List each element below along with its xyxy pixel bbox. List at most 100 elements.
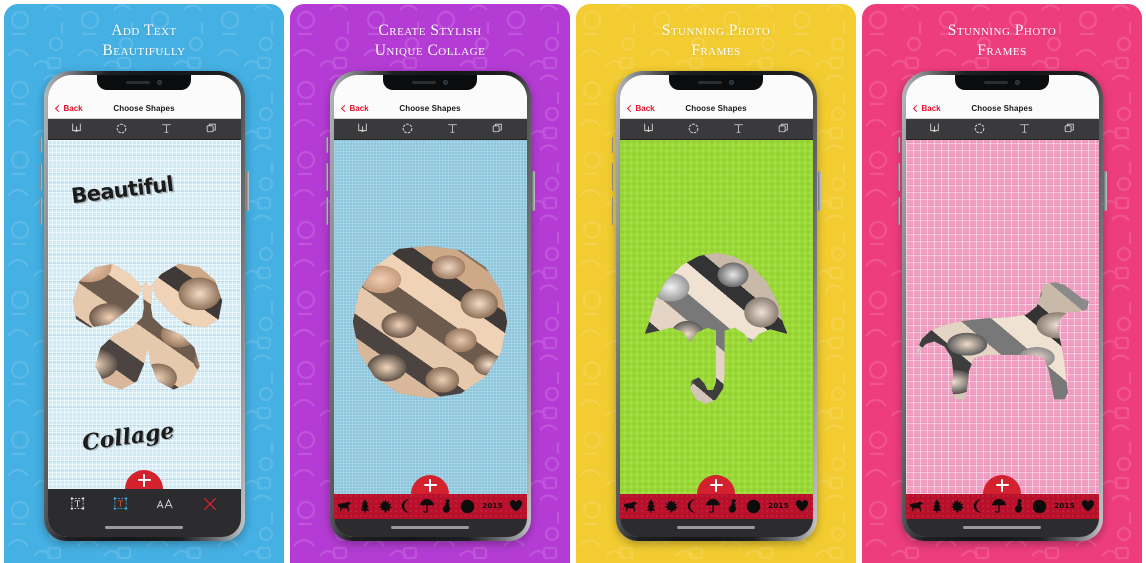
editor-toolbar (47, 118, 241, 140)
text-box-orange-icon[interactable]: T (113, 496, 128, 511)
volume-up-button[interactable] (325, 162, 328, 191)
editor-canvas[interactable] (333, 139, 527, 494)
phone-screen: Back Choose Shapes 2015 (619, 74, 813, 537)
crescent-moon-icon[interactable] (399, 499, 412, 514)
volume-down-button[interactable] (897, 196, 900, 225)
earpiece-speaker (984, 80, 1008, 84)
headline-line-2: Frames (691, 41, 741, 59)
dog-icon[interactable] (623, 500, 638, 512)
page-title: Choose Shapes (399, 103, 461, 113)
phone-mockup: Back Choose Shapes 2015 (325, 70, 535, 541)
headline-line-2: Beautifully (102, 41, 186, 59)
collage-shape-circle[interactable] (352, 245, 508, 399)
editor-canvas[interactable]: Beautiful Collage (47, 139, 241, 489)
volume-down-button[interactable] (325, 196, 328, 225)
text-t-icon[interactable] (1018, 122, 1031, 135)
home-indicator[interactable] (677, 526, 755, 529)
pine-tree-icon[interactable] (931, 499, 943, 513)
volume-up-button[interactable] (611, 162, 614, 191)
dog-icon[interactable] (337, 500, 352, 512)
dog-icon[interactable] (909, 500, 924, 512)
editor-canvas[interactable] (619, 139, 813, 494)
text-t-icon[interactable] (732, 122, 745, 135)
font-size-aa-icon[interactable] (156, 497, 174, 511)
layers-icon[interactable] (1063, 122, 1076, 135)
save-icon[interactable] (356, 122, 369, 135)
pine-tree-icon[interactable] (359, 499, 371, 513)
shape-circle-icon[interactable] (973, 122, 986, 135)
phone-mockup: Back Choose Shapes Beautiful Collage T T (39, 70, 249, 541)
earpiece-speaker (698, 80, 722, 84)
earpiece-speaker (126, 80, 150, 84)
layers-icon[interactable] (205, 122, 218, 135)
close-x-icon[interactable] (202, 496, 218, 512)
front-camera-icon (1015, 79, 1020, 85)
volume-up-button[interactable] (897, 162, 900, 191)
crescent-moon-icon[interactable] (971, 499, 984, 514)
save-icon[interactable] (928, 122, 941, 135)
save-icon[interactable] (70, 122, 83, 135)
plus-icon (423, 478, 437, 492)
svg-text:T: T (75, 499, 81, 509)
violin-icon[interactable] (1013, 499, 1024, 513)
headline-line-1: Stunning Photo (947, 22, 1057, 39)
promo-panel-1: Add Text Beautifully Back Choose Shapes … (4, 4, 284, 563)
plus-icon (137, 473, 151, 487)
text-t-icon[interactable] (160, 122, 173, 135)
heart-icon[interactable] (796, 500, 809, 512)
pine-tree-icon[interactable] (645, 499, 657, 513)
power-button[interactable] (818, 170, 821, 211)
volume-down-button[interactable] (611, 196, 614, 225)
umbrella-icon[interactable] (991, 499, 1006, 514)
circle-icon[interactable] (460, 499, 475, 514)
phone-body: Back Choose Shapes 2015 (905, 74, 1099, 537)
promo-panel-2: Create Stylish Unique Collage Back Choos… (290, 4, 570, 563)
violin-icon[interactable] (727, 499, 738, 513)
phone-body: Back Choose Shapes 2015 (333, 74, 527, 537)
mute-switch[interactable] (611, 136, 614, 153)
circle-icon[interactable] (1032, 499, 1047, 514)
power-button[interactable] (1104, 170, 1107, 211)
maple-leaf-icon[interactable] (664, 499, 678, 513)
year-label[interactable]: 2015 (768, 502, 789, 510)
power-button[interactable] (246, 170, 249, 211)
save-icon[interactable] (642, 122, 655, 135)
umbrella-icon[interactable] (705, 499, 720, 514)
shape-circle-icon[interactable] (401, 122, 414, 135)
year-label[interactable]: 2015 (1054, 502, 1075, 510)
maple-leaf-icon[interactable] (950, 499, 964, 513)
heart-icon[interactable] (1082, 500, 1095, 512)
home-indicator[interactable] (391, 526, 469, 529)
mute-switch[interactable] (325, 136, 328, 153)
home-indicator-area (905, 518, 1099, 537)
canvas-background (905, 139, 1099, 494)
volume-down-button[interactable] (39, 196, 42, 225)
heart-icon[interactable] (510, 500, 523, 512)
layers-icon[interactable] (777, 122, 790, 135)
circle-icon[interactable] (746, 499, 761, 514)
layers-icon[interactable] (491, 122, 504, 135)
screenshot-gallery: Add Text Beautifully Back Choose Shapes … (0, 0, 1146, 563)
umbrella-icon[interactable] (419, 499, 434, 514)
front-camera-icon (443, 79, 448, 85)
maple-leaf-icon[interactable] (378, 499, 392, 513)
home-indicator[interactable] (963, 526, 1041, 529)
mute-switch[interactable] (897, 136, 900, 153)
volume-up-button[interactable] (39, 162, 42, 191)
svg-text:T: T (118, 499, 124, 509)
violin-icon[interactable] (441, 499, 452, 513)
editor-canvas[interactable] (905, 139, 1099, 494)
text-t-icon[interactable] (446, 122, 459, 135)
shape-circle-icon[interactable] (115, 122, 128, 135)
home-indicator[interactable] (105, 526, 183, 529)
phone-screen: Back Choose Shapes Beautiful Collage T T (47, 74, 241, 537)
phone-body: Back Choose Shapes Beautiful Collage T T (47, 74, 241, 537)
year-label[interactable]: 2015 (482, 502, 503, 510)
mute-switch[interactable] (39, 136, 42, 153)
crescent-moon-icon[interactable] (685, 499, 698, 514)
home-indicator-area (47, 518, 241, 537)
power-button[interactable] (532, 170, 535, 211)
shape-circle-icon[interactable] (687, 122, 700, 135)
text-box-white-icon[interactable]: T (70, 496, 85, 511)
front-camera-icon (157, 79, 162, 85)
